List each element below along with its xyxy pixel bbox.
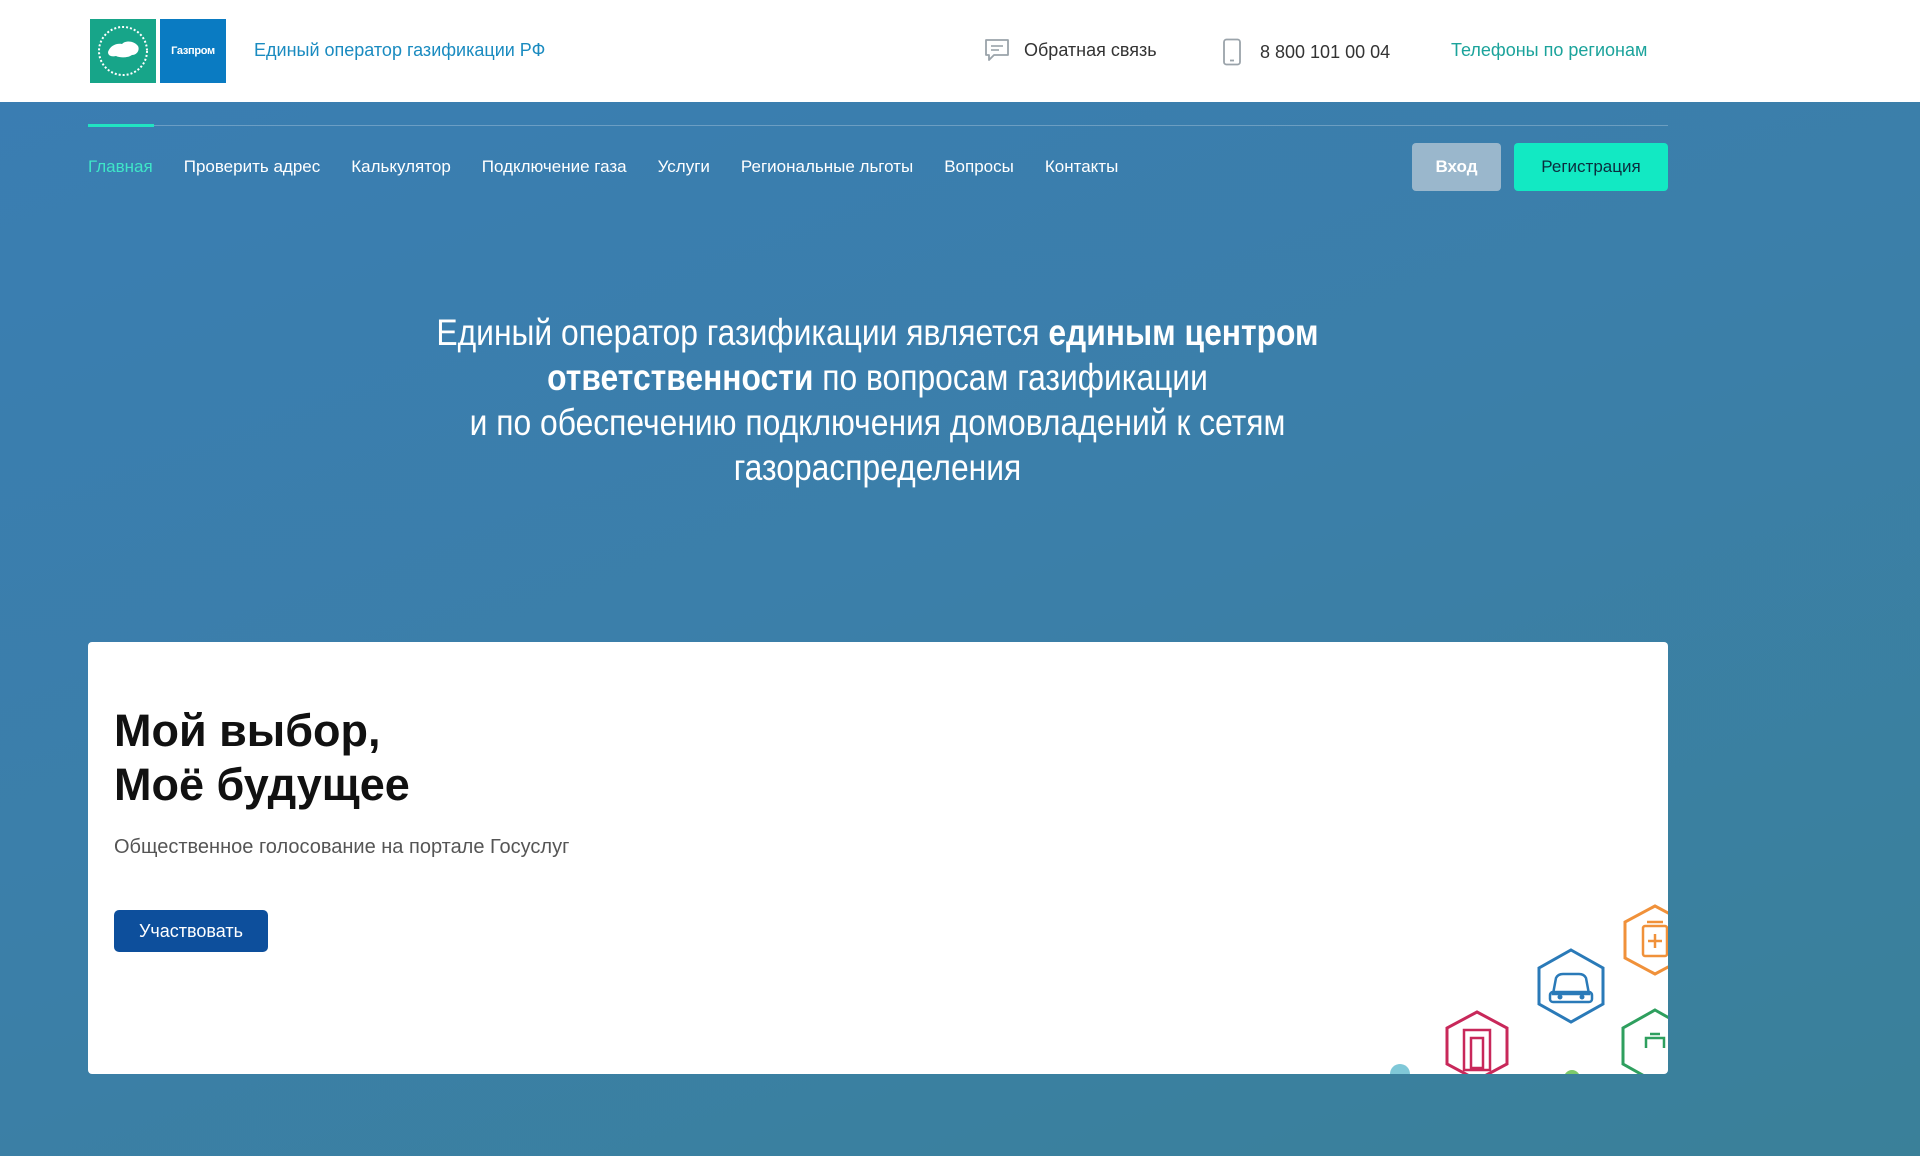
promo-card: Мой выбор, Моё будущее Общественное голо…	[88, 642, 1668, 1074]
register-button[interactable]: Регистрация	[1514, 143, 1668, 191]
promo-title: Мой выбор, Моё будущее	[114, 704, 410, 812]
logo[interactable]: Газпром	[88, 17, 228, 85]
nav-active-indicator	[88, 124, 154, 127]
hero-line-1-text: Единый оператор газификации является	[436, 312, 1049, 353]
decorative-hexagon-icons	[1390, 904, 1668, 1074]
hero-text: Единый оператор газификации является еди…	[415, 310, 1340, 490]
promo-title-line-2: Моё будущее	[114, 759, 410, 810]
green-dot-icon	[1565, 1070, 1579, 1074]
nav-divider	[88, 125, 1668, 126]
regions-phones-link[interactable]: Телефоны по регионам	[1451, 40, 1647, 61]
car-hex-icon	[1537, 948, 1605, 1024]
nav-item-gas-connection[interactable]: Подключение газа	[482, 157, 627, 177]
main-nav: Главная Проверить адрес Калькулятор Подк…	[88, 157, 1149, 177]
nav-item-contacts[interactable]: Контакты	[1045, 157, 1118, 177]
nav-item-questions[interactable]: Вопросы	[944, 157, 1014, 177]
hero-line-4: газораспределения	[733, 447, 1022, 488]
hero-line-2-bold: ответственности	[547, 357, 814, 398]
nav-item-services[interactable]: Услуги	[658, 157, 710, 177]
gazprom-logo-text: Газпром	[171, 45, 215, 57]
promo-subtitle: Общественное голосование на портале Госу…	[114, 836, 570, 858]
nav-item-calculator[interactable]: Калькулятор	[351, 157, 451, 177]
promo-title-line-1: Мой выбор,	[114, 705, 381, 756]
faucet-hex-icon	[1621, 1008, 1668, 1074]
chat-icon	[985, 39, 1009, 61]
feedback-link[interactable]: Обратная связь	[984, 38, 1157, 62]
site-title[interactable]: Единый оператор газификации РФ	[254, 40, 545, 61]
nav-item-regional-benefits[interactable]: Региональные льготы	[741, 157, 913, 177]
nav-item-home[interactable]: Главная	[88, 157, 153, 177]
login-button[interactable]: Вход	[1412, 143, 1501, 191]
nav-item-check-address[interactable]: Проверить адрес	[184, 157, 321, 177]
top-header: Газпром Единый оператор газификации РФ О…	[0, 0, 1920, 102]
phone-number: 8 800 101 00 04	[1260, 41, 1391, 62]
gazprom-logo-icon: Газпром	[158, 17, 228, 85]
first-aid-hex-icon	[1623, 904, 1668, 976]
hero-line-3: и по обеспечению подключения домовладени…	[469, 402, 1286, 443]
gazification-logo-icon	[88, 17, 158, 85]
teal-dot-icon	[1390, 1064, 1410, 1074]
hero-line-1-bold: единым центром	[1048, 312, 1319, 353]
hero-line-1: Единый оператор газификации является еди…	[415, 310, 1340, 355]
feedback-label: Обратная связь	[1024, 39, 1157, 60]
mobile-phone-icon	[1223, 38, 1241, 66]
book-hex-icon	[1445, 1010, 1509, 1074]
hero-line-2-text: по вопросам газификации	[813, 357, 1208, 398]
participate-button[interactable]: Участвовать	[114, 910, 268, 952]
hero-line-2: ответственности по вопросам газификации	[415, 355, 1340, 400]
phone-link[interactable]: 8 800 101 00 04	[1222, 38, 1390, 66]
